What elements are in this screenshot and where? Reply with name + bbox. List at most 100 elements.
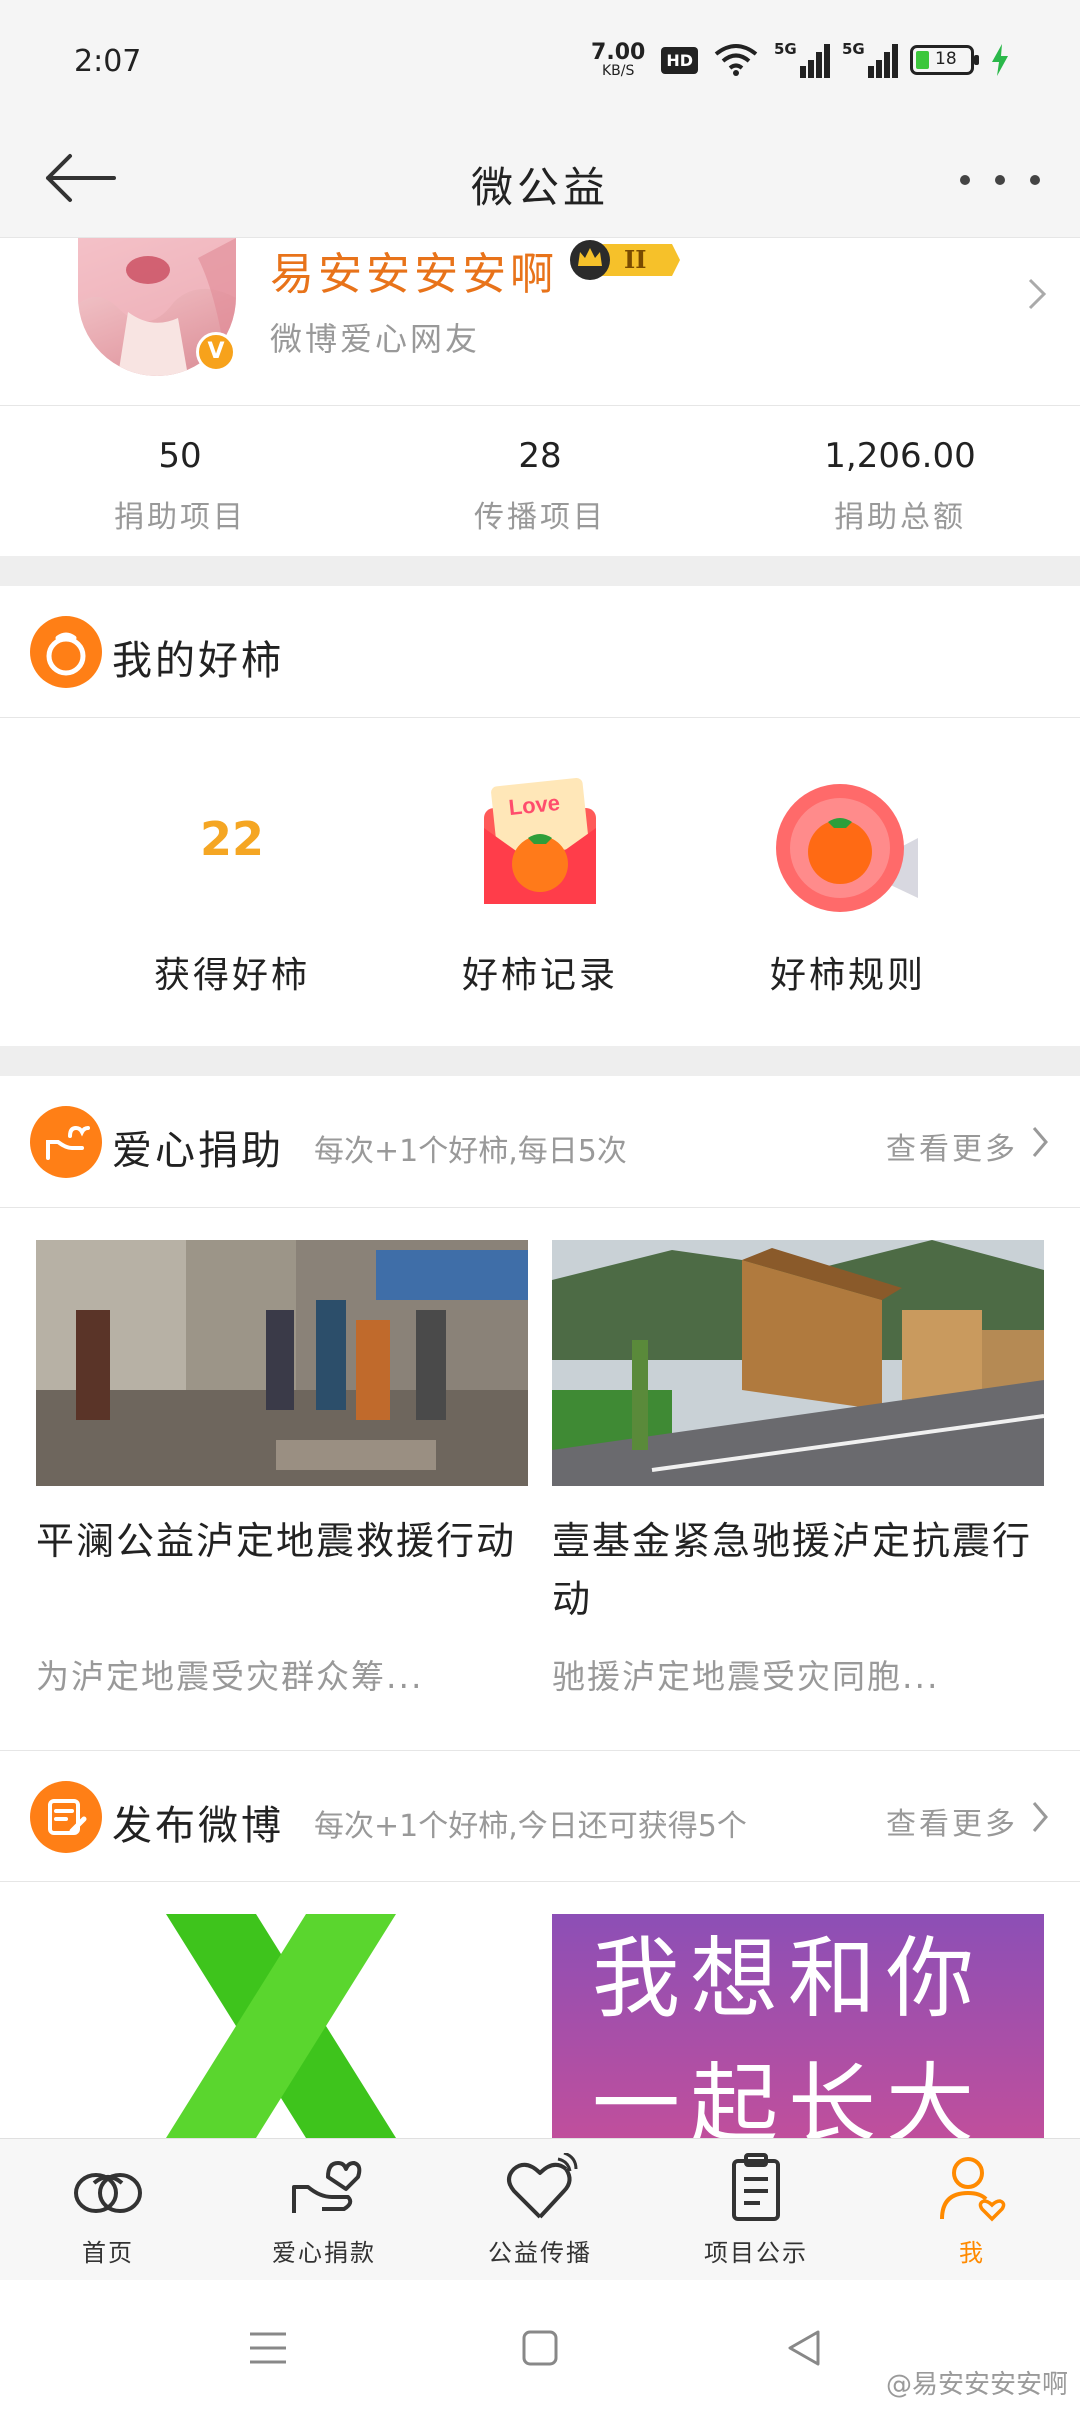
donation-card[interactable]: 平澜公益泸定地震救援行动 为泸定地震受灾群众筹...: [36, 1240, 528, 1698]
signal-label-2: 5G: [842, 40, 865, 58]
section-description: 每次+1个好柿,每日5次: [314, 1134, 627, 1169]
network-speed: 7.00 KB/S: [591, 40, 646, 79]
level-badge-text: II: [624, 245, 647, 274]
status-icons: 7.00 KB/S HD 5G 5G 18: [591, 38, 1010, 82]
stat-donated-projects[interactable]: 50 捐助项目: [0, 406, 360, 556]
tab-me[interactable]: 我: [864, 2139, 1080, 2280]
tab-projects[interactable]: 项目公示: [648, 2139, 864, 2280]
project-description: 为泸定地震受灾群众筹...: [36, 1657, 424, 1696]
status-time: 2:07: [74, 44, 142, 79]
nav-bar: 微公益: [0, 120, 1080, 238]
project-image[interactable]: [36, 1240, 528, 1486]
battery-level: 18: [935, 49, 957, 69]
haoshi-section-header: 我的好柿: [0, 586, 1080, 718]
haoshi-rules-item[interactable]: 好柿规则: [718, 720, 978, 1046]
section-divider: [0, 1046, 1080, 1076]
stat-value: 1,206.00: [824, 436, 976, 476]
tab-label: 公益传播: [488, 2239, 592, 2267]
battery-icon: 18: [910, 45, 979, 75]
project-image[interactable]: [552, 1240, 1044, 1486]
haoshi-record-item[interactable]: Love 好柿记录: [410, 720, 670, 1046]
signal-icon-1: 5G: [774, 40, 830, 78]
user-subtitle: 微博爱心网友: [270, 320, 481, 358]
watermark: @易安安安安啊: [885, 2370, 1068, 2400]
stat-label: 传播项目: [474, 500, 606, 535]
chevron-right-icon: [1028, 278, 1047, 310]
tab-donate[interactable]: 爱心捐款: [216, 2139, 432, 2280]
network-speed-unit: KB/S: [601, 63, 635, 79]
love-badge-text: Love: [507, 790, 561, 820]
tab-label: 爱心捐款: [272, 2239, 376, 2267]
section-divider: [0, 556, 1080, 586]
megaphone-persimmon-icon: [776, 784, 918, 912]
home-icon: [74, 2173, 142, 2213]
section-title: 我的好柿: [112, 638, 284, 684]
back-triangle-icon[interactable]: [782, 2326, 826, 2370]
poster-text-line1: 我想和你: [592, 1927, 985, 2030]
signal-label-1: 5G: [774, 40, 797, 58]
purple-poster-image[interactable]: 我想和你 一起长大: [552, 1914, 1044, 2138]
chevron-right-icon[interactable]: [1028, 1124, 1052, 1160]
signal-icon-2: 5G: [842, 40, 898, 78]
persimmon-icon: [30, 616, 102, 688]
page-title: 微公益: [470, 163, 609, 212]
clipboard-icon: [732, 2153, 780, 2221]
profile-card[interactable]: V 易安安安安啊 II 微博爱心网友: [0, 238, 1080, 406]
view-more-weibo[interactable]: 查看更多: [886, 1799, 1018, 1843]
donation-section-header: 爱心捐助 每次+1个好柿,每日5次 查看更多: [0, 1076, 1080, 1208]
weibo-cards: 我想和你 一起长大: [0, 1882, 1080, 2138]
menu-icon[interactable]: [246, 2326, 290, 2370]
section-title: 爱心捐助: [112, 1128, 284, 1174]
more-button[interactable]: [960, 160, 1040, 200]
section-title: 发布微博: [112, 1803, 284, 1849]
haoshi-count-item[interactable]: 22 获得好柿: [102, 720, 362, 1046]
tab-label: 我: [959, 2239, 985, 2267]
more-dots-icon: [960, 175, 970, 185]
poster-text-line2: 一起长大: [592, 2053, 985, 2138]
donation-card[interactable]: 壹基金紧急驰援泸定抗震行动 驰援泸定地震受灾同胞...: [552, 1240, 1044, 1698]
hd-badge: HD: [661, 46, 698, 74]
profile-icon: [940, 2157, 1006, 2222]
tab-home[interactable]: 首页: [0, 2139, 216, 2280]
project-title: 平澜公益泸定地震救援行动: [36, 1519, 517, 1563]
weibo-card[interactable]: [36, 1914, 528, 2138]
wifi-icon: [714, 44, 758, 76]
tab-label: 项目公示: [704, 2239, 808, 2267]
donate-hand-heart-icon: [292, 2161, 362, 2213]
tab-label: 首页: [82, 2239, 134, 2267]
home-square-icon[interactable]: [518, 2326, 562, 2370]
haoshi-item-label: 获得好柿: [153, 955, 310, 996]
donate-hand-heart-icon: [30, 1106, 102, 1178]
bottom-tab-bar: 首页 爱心捐款 公益传播 项目公示 我: [0, 2138, 1080, 2280]
stats-row: 50 捐助项目 28 传播项目 1,206.00 捐助总额: [0, 406, 1080, 556]
stat-total-amount[interactable]: 1,206.00 捐助总额: [720, 406, 1080, 556]
chevron-right-icon[interactable]: [1028, 1799, 1052, 1835]
haoshi-item-label: 好柿记录: [461, 955, 618, 996]
haoshi-items: 22 获得好柿 Love 好柿记录 好柿规则: [0, 720, 1080, 1046]
tab-share[interactable]: 公益传播: [432, 2139, 648, 2280]
weibo-card[interactable]: 我想和你 一起长大: [552, 1914, 1044, 2138]
level-badge: II: [568, 238, 680, 282]
project-description: 驰援泸定地震受灾同胞...: [552, 1657, 940, 1696]
stat-label: 捐助项目: [114, 500, 246, 535]
stat-label: 捐助总额: [834, 500, 966, 535]
view-more-donation[interactable]: 查看更多: [886, 1124, 1018, 1168]
project-title: 壹基金紧急驰援泸定抗震行动: [552, 1519, 1033, 1621]
love-envelope-persimmon-icon: Love: [484, 777, 596, 904]
stat-value: 50: [158, 436, 202, 476]
section-description: 每次+1个好柿,今日还可获得5个: [314, 1809, 747, 1844]
haoshi-count: 22: [199, 812, 264, 866]
status-bar: 2:07 7.00 KB/S HD 5G 5G 18: [0, 0, 1080, 120]
stat-value: 28: [518, 436, 562, 476]
weibo-section-header: 发布微博 每次+1个好柿,今日还可获得5个 查看更多: [0, 1750, 1080, 1882]
network-speed-value: 7.00: [591, 40, 646, 65]
donation-cards: 平澜公益泸定地震救援行动 为泸定地震受灾群众筹... 壹基金紧急驰援泸定抗震行动…: [0, 1208, 1080, 1750]
stat-shared-projects[interactable]: 28 传播项目: [360, 406, 720, 556]
charging-icon: [992, 44, 1008, 76]
haoshi-item-label: 好柿规则: [769, 955, 926, 996]
verified-badge: V: [196, 332, 236, 372]
share-heart-icon: [507, 2153, 578, 2219]
user-name: 易安安安安啊: [270, 249, 558, 300]
green-ribbon-image[interactable]: [36, 1914, 528, 2138]
edit-post-icon: [30, 1781, 102, 1853]
